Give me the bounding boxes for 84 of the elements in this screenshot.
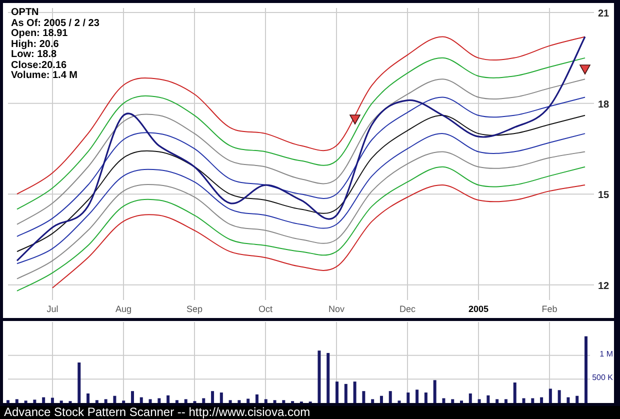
- volume-bar: [531, 398, 534, 403]
- volume-bar: [496, 399, 499, 403]
- axis-tick-label: Dec: [400, 304, 416, 314]
- volume-bar: [166, 395, 170, 403]
- volume-bar: [442, 398, 446, 403]
- volume-bar: [140, 397, 143, 403]
- volume-bar: [282, 400, 286, 403]
- volume-bar: [353, 382, 356, 403]
- volume-bar: [220, 392, 223, 403]
- volume-bar: [540, 397, 544, 403]
- volume-bar: [158, 398, 161, 403]
- volume-bar: [255, 394, 258, 403]
- volume-bar: [60, 400, 63, 403]
- volume-bar: [513, 382, 516, 403]
- volume-bar: [202, 398, 206, 403]
- quote-detail: Close:20.16: [11, 60, 67, 70]
- volume-bar: [548, 388, 552, 403]
- volume-bar: [326, 352, 330, 403]
- quote-detail: Open: 18.91: [11, 29, 68, 40]
- triangle-marker-icon: [349, 114, 361, 125]
- triangle-marker-icon: [579, 64, 591, 75]
- axis-tick-label: 15: [598, 190, 610, 202]
- volume-bar: [175, 400, 178, 403]
- volume-bar: [318, 350, 321, 403]
- quote-detail: Low: 18.8: [11, 50, 57, 60]
- volume-bar: [406, 392, 410, 403]
- volume-bar: [184, 399, 188, 403]
- axis-tick-label: Aug: [116, 304, 132, 314]
- volume-bar: [416, 390, 419, 403]
- axis-tick-label: Jul: [46, 304, 58, 314]
- volume-bar: [42, 397, 46, 403]
- volume-bar: [15, 399, 18, 403]
- volume-bar: [388, 391, 392, 403]
- volume-bar: [264, 399, 268, 403]
- volume-bar: [246, 398, 250, 403]
- volume-bar: [424, 392, 428, 403]
- volume-bar: [228, 400, 232, 403]
- axis-tick-label: Nov: [328, 304, 344, 314]
- quote-detail: High: 20.6: [11, 40, 59, 50]
- volume-bar: [122, 400, 126, 403]
- quote-detail: Volume: 1.4 M: [11, 71, 78, 82]
- volume-bar: [460, 400, 463, 403]
- volume-bar: [33, 400, 36, 403]
- volume-bar: [344, 384, 348, 403]
- volume-bar: [362, 391, 366, 403]
- volume-bar: [576, 396, 579, 403]
- volume-bar: [336, 382, 339, 403]
- volume-bar: [113, 396, 116, 403]
- axis-tick-label: 18: [598, 99, 610, 110]
- volume-bar: [451, 399, 454, 403]
- volume-bar: [433, 380, 436, 403]
- volume-bar: [584, 336, 588, 403]
- volume-bar: [468, 393, 472, 403]
- volume-bar: [78, 362, 81, 403]
- volume-bar: [522, 398, 526, 403]
- volume-bar: [24, 400, 28, 403]
- volume-bar: [95, 400, 98, 403]
- volume-bar: [238, 400, 241, 403]
- volume-bar: [371, 399, 374, 403]
- ticker-symbol: OPTN: [11, 8, 39, 18]
- axis-tick-label: Sep: [186, 304, 202, 314]
- axis-tick-label: 21: [598, 8, 610, 20]
- volume-bar: [148, 399, 152, 403]
- volume-bar: [380, 396, 383, 403]
- volume-bar: [211, 391, 214, 403]
- volume-bar: [398, 400, 401, 403]
- volume-bar: [50, 398, 54, 403]
- axis-tick-label: 12: [598, 280, 610, 292]
- volume-bar: [478, 399, 481, 403]
- footer-caption: Advance Stock Pattern Scanner -- http://www.cisiova.com: [0, 406, 620, 419]
- volume-bar: [104, 399, 108, 403]
- volume-bar: [566, 397, 570, 403]
- quote-detail: As Of: 2005 / 2 / 23: [11, 18, 100, 29]
- volume-bar: [558, 390, 561, 403]
- axis-tick-label: Feb: [542, 304, 558, 314]
- axis-tick-label: 1 M: [600, 349, 613, 358]
- volume-bar: [504, 399, 508, 403]
- volume-bar: [486, 395, 490, 403]
- volume-bar: [273, 400, 276, 403]
- volume-bar: [86, 393, 90, 403]
- axis-tick-label: 500 K: [592, 373, 613, 382]
- axis-tick-label: 2005: [468, 304, 489, 314]
- axis-tick-label: Oct: [258, 304, 272, 314]
- volume-bar: [131, 391, 134, 403]
